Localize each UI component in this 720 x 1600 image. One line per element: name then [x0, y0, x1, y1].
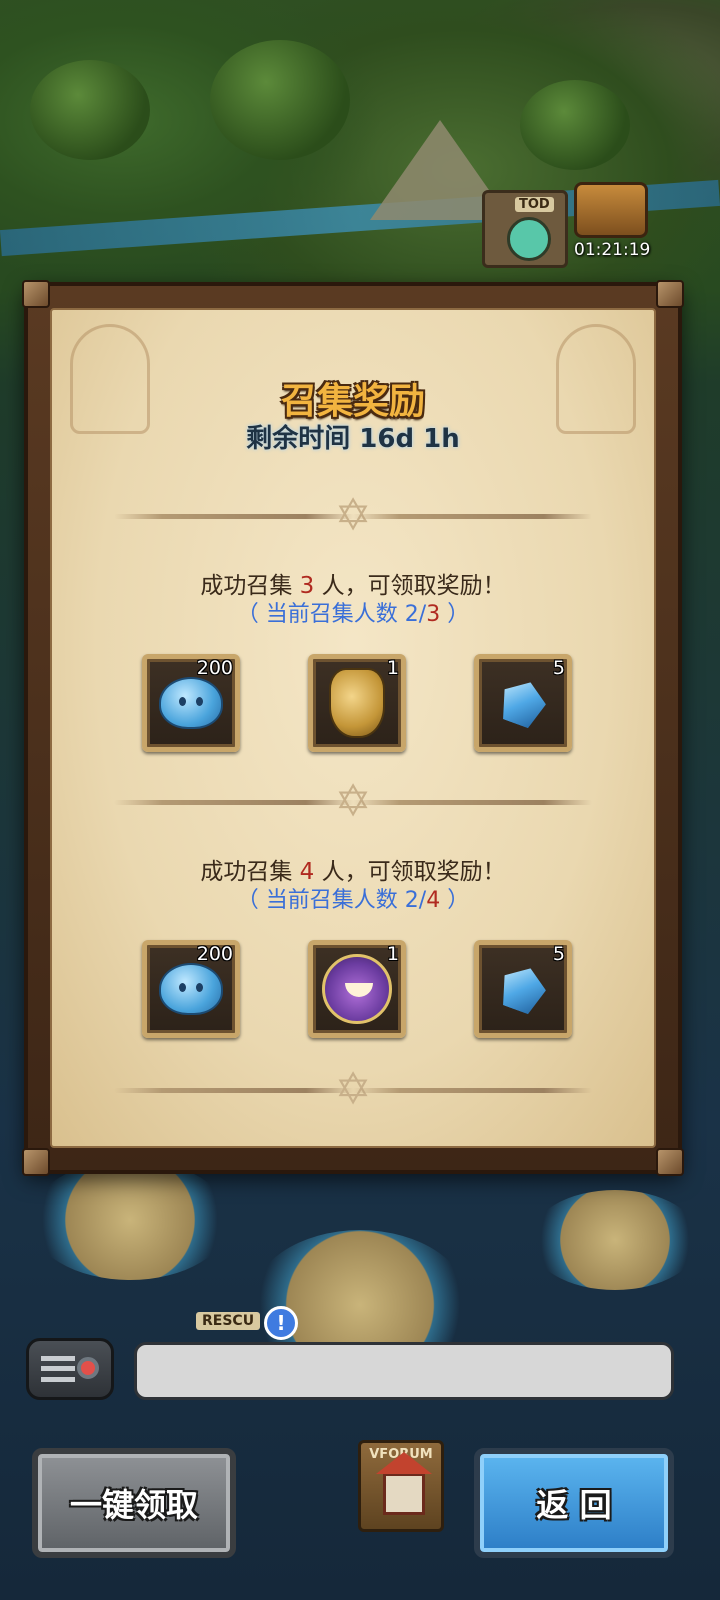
ornament-divider: ✡: [114, 492, 592, 540]
current-target: 3: [426, 602, 441, 627]
forest: [210, 40, 350, 160]
blue-crystal-icon: [495, 961, 551, 1017]
frame-corner: [22, 280, 50, 308]
blue-slime-icon: [159, 963, 223, 1015]
hero-portrait-icon: [322, 954, 392, 1024]
treasure-chest-icon[interactable]: [574, 182, 648, 238]
tier-2-requirement: 成功召集 4 人，可领取奖励！: [52, 852, 654, 886]
ornament-divider: ✡: [114, 1066, 592, 1114]
witch-avatar-icon: [507, 217, 551, 261]
house-icon: [376, 1452, 432, 1515]
reward-slot[interactable]: 200: [142, 940, 240, 1038]
alert-badge-icon[interactable]: !: [264, 1306, 298, 1340]
remaining-time: 剩余时间 16d 1h: [246, 424, 460, 454]
reward-count: 5: [552, 943, 565, 965]
dialog-title: 召集奖励: [280, 381, 425, 422]
current-prefix: （ 当前召集人数 2/: [236, 602, 427, 627]
blue-slime-icon: [159, 677, 223, 729]
reward-count: 200: [196, 657, 233, 679]
reward-slot[interactable]: 1: [308, 654, 406, 752]
island: [30, 1160, 230, 1280]
current-suffix: ）: [440, 602, 470, 627]
forest: [30, 60, 150, 160]
event-timer: 01:21:19: [574, 240, 651, 260]
current-target: 4: [426, 888, 441, 913]
chat-menu-icon: [41, 1356, 75, 1382]
reward-slot[interactable]: 200: [142, 654, 240, 752]
top-task-board[interactable]: TOD: [482, 190, 568, 268]
claim-all-button[interactable]: 一键领取: [32, 1448, 236, 1558]
current-suffix: ）: [440, 888, 470, 913]
back-button[interactable]: 返 回: [474, 1448, 674, 1558]
island: [530, 1190, 700, 1290]
chat-toggle-button[interactable]: [26, 1338, 114, 1400]
reward-count: 1: [386, 657, 399, 679]
reward-count: 200: [196, 943, 233, 965]
tier-2-current-count: （ 当前召集人数 2/4 ）: [52, 882, 654, 914]
top-task-tag: TOD: [515, 197, 554, 212]
reward-slot[interactable]: 5: [474, 940, 572, 1038]
forest: [520, 80, 630, 170]
current-prefix: （ 当前召集人数 2/: [236, 888, 427, 913]
forum-button[interactable]: VFORUM: [358, 1440, 444, 1532]
reward-slot[interactable]: 1: [308, 940, 406, 1038]
reward-slot[interactable]: 5: [474, 654, 572, 752]
tier-1-current-count: （ 当前召集人数 2/3 ）: [52, 596, 654, 628]
summon-reward-dialog: 召集奖励 剩余时间 16d 1h ✡ 成功召集 3 人，可领取奖励！ （ 当前召…: [22, 280, 684, 1176]
rescue-tag[interactable]: RESCU: [196, 1312, 261, 1330]
frame-corner: [656, 1148, 684, 1176]
golden-urn-icon: [329, 668, 385, 738]
blue-crystal-icon: [495, 675, 551, 731]
parchment-panel: 召集奖励 剩余时间 16d 1h ✡ 成功召集 3 人，可领取奖励！ （ 当前召…: [50, 308, 656, 1148]
reward-count: 1: [386, 943, 399, 965]
tier-1-requirement: 成功召集 3 人，可领取奖励！: [52, 566, 654, 600]
frame-corner: [22, 1148, 50, 1176]
ornament-divider: ✡: [114, 778, 592, 826]
chat-notification-icon: [77, 1357, 99, 1379]
chat-message-box[interactable]: [134, 1342, 674, 1400]
frame-corner: [656, 280, 684, 308]
reward-count: 5: [552, 657, 565, 679]
